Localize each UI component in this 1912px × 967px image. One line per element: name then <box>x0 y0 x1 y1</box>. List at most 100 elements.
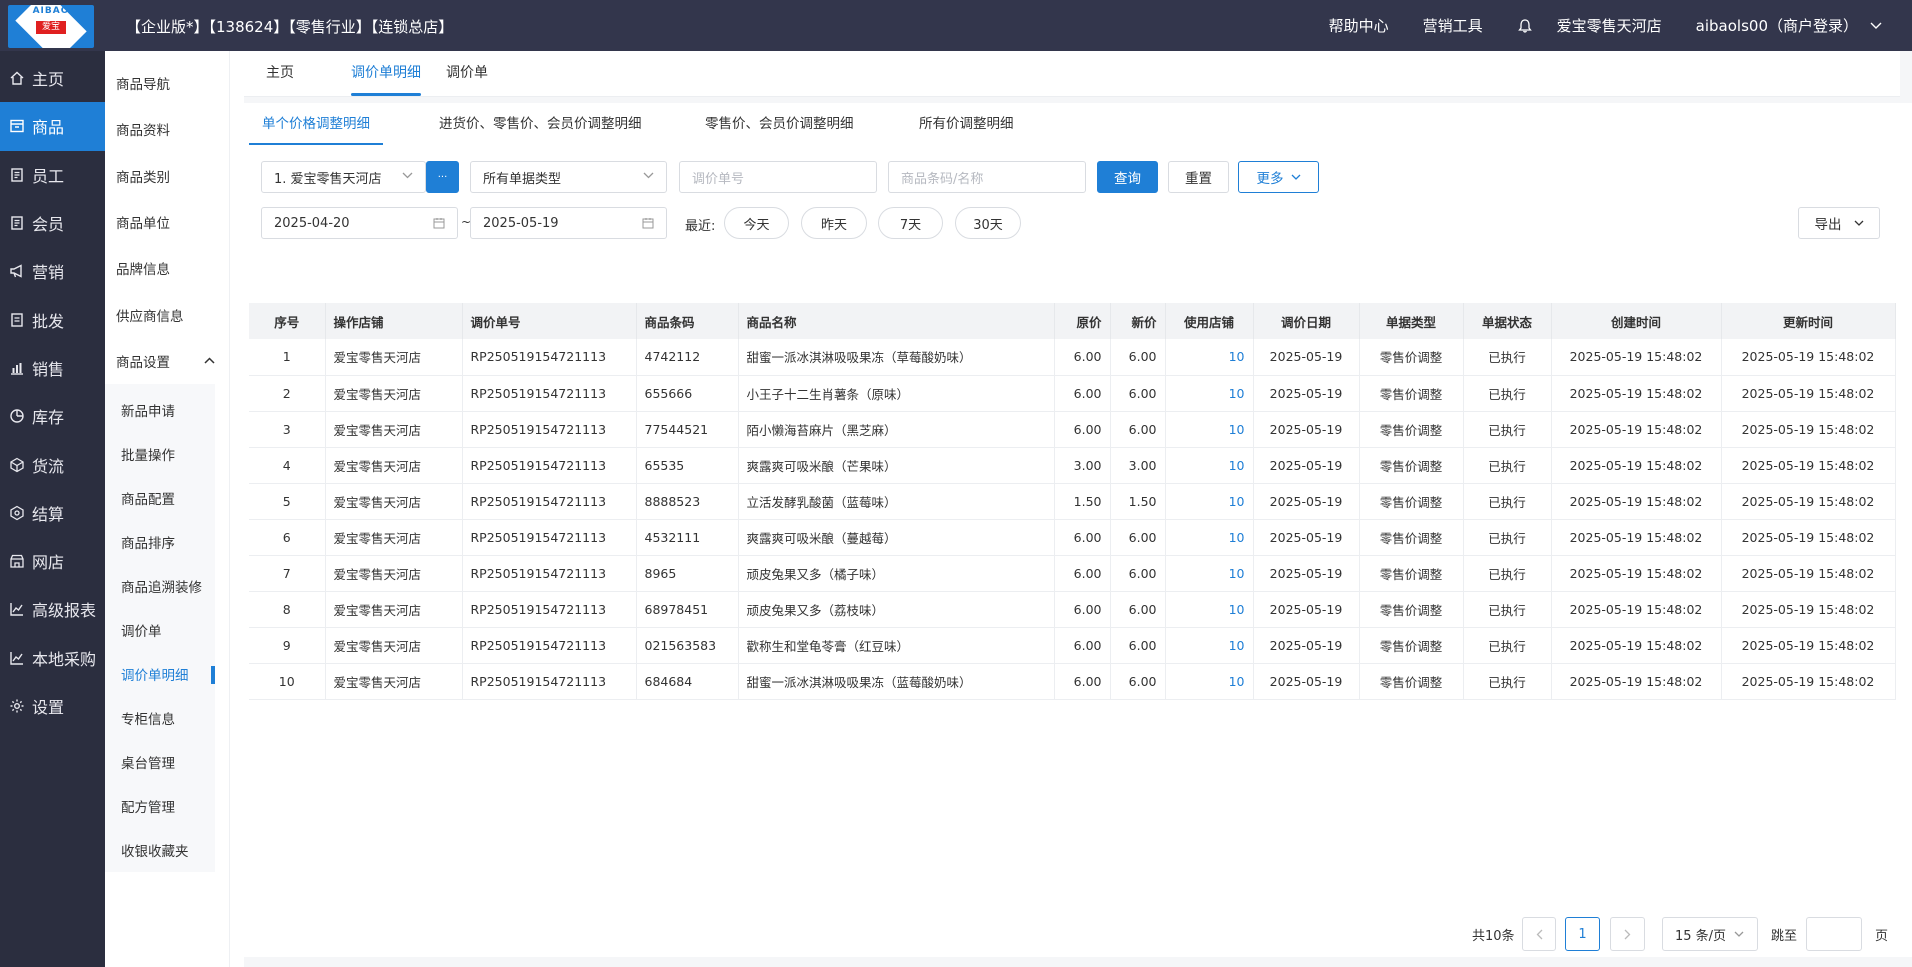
sub-nav-item[interactable]: 品牌信息 <box>105 245 229 291</box>
sub-nav-child[interactable]: 桌台管理 <box>105 740 215 784</box>
help-center-link[interactable]: 帮助中心 <box>1329 15 1389 36</box>
column-header[interactable]: 单据类型 <box>1359 303 1464 339</box>
table-cell: 已执行 <box>1463 555 1552 592</box>
subtab-retail-member[interactable]: 零售价、会员价调整明细 <box>705 103 854 145</box>
store-select[interactable]: 1. 爱宝零售天河店 <box>261 161 426 193</box>
store-count-link[interactable]: 10 <box>1165 375 1254 412</box>
column-header[interactable]: 创建时间 <box>1551 303 1722 339</box>
export-button[interactable]: 导出 <box>1798 207 1880 239</box>
nav-item-12[interactable]: 本地采购 <box>0 634 105 682</box>
subtab-cost-retail-member[interactable]: 进货价、零售价、会员价调整明细 <box>439 103 642 145</box>
nav-item-8[interactable]: 货流 <box>0 440 105 488</box>
nav-item-13[interactable]: 设置 <box>0 682 105 730</box>
nav-item-6[interactable]: 销售 <box>0 344 105 392</box>
prev-page-button[interactable] <box>1522 917 1556 951</box>
column-header[interactable]: 商品名称 <box>738 303 1055 339</box>
store-count-link[interactable]: 10 <box>1165 591 1254 628</box>
sub-nav-item[interactable]: 商品导航 <box>105 60 229 106</box>
sub-nav-child[interactable]: 批量操作 <box>105 432 215 476</box>
tab-price-adjust-detail[interactable]: 调价单明细 <box>336 51 436 97</box>
more-filters-button[interactable]: 更多 <box>1238 161 1319 193</box>
nav-item-11[interactable]: 高级报表 <box>0 585 105 633</box>
sub-nav-item[interactable]: 供应商信息 <box>105 291 229 337</box>
query-button[interactable]: 查询 <box>1097 161 1158 193</box>
sub-nav-child[interactable]: 调价单 <box>105 608 215 652</box>
sub-nav-child[interactable]: 调价单明细 <box>105 652 215 696</box>
current-store[interactable]: 爱宝零售天河店 <box>1557 15 1662 36</box>
store-count-link[interactable]: 10 <box>1165 411 1254 448</box>
sub-nav-child[interactable]: 专柜信息 <box>105 696 215 740</box>
table-row[interactable]: 10 爱宝零售天河店 RP250519154721113 684684 甜蜜一派冰淇淋吸… <box>249 663 1896 700</box>
nav-item-5[interactable]: 批发 <box>0 295 105 343</box>
range-today-button[interactable]: 今天 <box>724 207 789 239</box>
table-row[interactable]: 2 爱宝零售天河店 RP250519154721113 655666 小王子十二生肖薯条… <box>249 375 1896 412</box>
column-header[interactable]: 调价日期 <box>1253 303 1360 339</box>
column-header[interactable]: 使用店铺 <box>1165 303 1254 339</box>
table-row[interactable]: 3 爱宝零售天河店 RP250519154721113 77544521 陌小懒海苔麻片… <box>249 411 1896 448</box>
column-header[interactable]: 更新时间 <box>1721 303 1896 339</box>
tab-home[interactable]: 主页 <box>266 51 294 97</box>
sub-nav-child[interactable]: 配方管理 <box>105 784 215 828</box>
page-1-button[interactable]: 1 <box>1565 917 1600 951</box>
column-header[interactable]: 新价 <box>1110 303 1166 339</box>
table-row[interactable]: 6 爱宝零售天河店 RP250519154721113 4532111 爽露爽可吸米酿（… <box>249 519 1896 556</box>
doc-no-input[interactable]: 调价单号 <box>679 161 877 193</box>
sub-nav-child[interactable]: 商品追溯装修 <box>105 564 215 608</box>
range-7days-button[interactable]: 7天 <box>878 207 943 239</box>
column-header[interactable]: 调价单号 <box>462 303 637 339</box>
bell-icon[interactable] <box>1517 18 1533 34</box>
table-row[interactable]: 4 爱宝零售天河店 RP250519154721113 65535 爽露爽可吸米酿（芒果… <box>249 447 1896 484</box>
column-header[interactable]: 商品条码 <box>636 303 739 339</box>
sub-group-goods-settings[interactable]: 商品设置 <box>105 338 229 384</box>
store-count-link[interactable]: 10 <box>1165 555 1254 592</box>
page-size-select[interactable]: 15 条/页 <box>1662 917 1758 951</box>
nav-item-label: 批发 <box>32 311 65 331</box>
sub-nav-item[interactable]: 商品类别 <box>105 153 229 199</box>
store-count-link[interactable]: 10 <box>1165 627 1254 664</box>
nav-item-2[interactable]: 员工 <box>0 151 105 199</box>
nav-item-7[interactable]: 库存 <box>0 392 105 440</box>
store-picker-button[interactable]: ··· <box>426 161 459 193</box>
user-menu[interactable]: aibaols00（商户登录） <box>1696 15 1882 36</box>
nav-item-1[interactable]: 商品 <box>0 102 105 151</box>
date-to-input[interactable]: 2025-05-19 <box>470 207 667 239</box>
sub-nav-child[interactable]: 新品申请 <box>105 388 215 432</box>
sub-nav-item[interactable]: 商品单位 <box>105 199 229 245</box>
table-row[interactable]: 5 爱宝零售天河店 RP250519154721113 8888523 立活发酵乳酸菌（… <box>249 483 1896 520</box>
column-header[interactable]: 单据状态 <box>1463 303 1552 339</box>
store-count-link[interactable]: 10 <box>1165 483 1254 520</box>
table-row[interactable]: 9 爱宝零售天河店 RP250519154721113 021563583 歡称生和堂龟… <box>249 627 1896 664</box>
column-header[interactable]: 原价 <box>1054 303 1111 339</box>
store-count-link[interactable]: 10 <box>1165 519 1254 556</box>
subtab-single-price[interactable]: 单个价格调整明细 <box>249 103 383 145</box>
aibao-logo[interactable]: 爱宝 AIBAO <box>8 5 94 48</box>
date-from-input[interactable]: 2025-04-20 <box>261 207 458 239</box>
table-row[interactable]: 7 爱宝零售天河店 RP250519154721113 8965 顽皮兔果又多（橘子味）… <box>249 555 1896 592</box>
nav-item-4[interactable]: 营销 <box>0 247 105 295</box>
doc-type-select[interactable]: 所有单据类型 <box>470 161 667 193</box>
next-page-button[interactable] <box>1610 917 1645 951</box>
reset-button[interactable]: 重置 <box>1168 161 1229 193</box>
subtab-all-price[interactable]: 所有价调整明细 <box>919 103 1014 145</box>
store-count-link[interactable]: 10 <box>1165 447 1254 484</box>
table-row[interactable]: 8 爱宝零售天河店 RP250519154721113 68978451 顽皮兔果又多（… <box>249 591 1896 628</box>
nav-item-9[interactable]: 结算 <box>0 489 105 537</box>
goods-search-input[interactable]: 商品条码/名称 <box>888 161 1086 193</box>
table-row[interactable]: 1 爱宝零售天河店 RP250519154721113 4742112 甜蜜一派冰淇淋吸… <box>249 339 1896 376</box>
marketing-tools-link[interactable]: 营销工具 <box>1423 15 1483 36</box>
range-yesterday-button[interactable]: 昨天 <box>801 207 867 239</box>
sub-nav-child[interactable]: 商品排序 <box>105 520 215 564</box>
store-count-link[interactable]: 10 <box>1165 339 1254 376</box>
column-header[interactable]: 操作店铺 <box>325 303 463 339</box>
nav-item-10[interactable]: 网店 <box>0 537 105 585</box>
range-30days-button[interactable]: 30天 <box>955 207 1021 239</box>
jump-page-input[interactable] <box>1806 917 1862 951</box>
store-count-link[interactable]: 10 <box>1165 663 1254 700</box>
sub-nav-child[interactable]: 收银收藏夹 <box>105 828 215 872</box>
column-header[interactable]: 序号 <box>249 303 326 339</box>
tab-price-adjust[interactable]: 调价单 <box>446 51 488 97</box>
nav-item-3[interactable]: 会员 <box>0 199 105 247</box>
nav-item-0[interactable]: 主页 <box>0 54 105 102</box>
sub-nav-item[interactable]: 商品资料 <box>105 106 229 152</box>
sub-nav-child[interactable]: 商品配置 <box>105 476 215 520</box>
